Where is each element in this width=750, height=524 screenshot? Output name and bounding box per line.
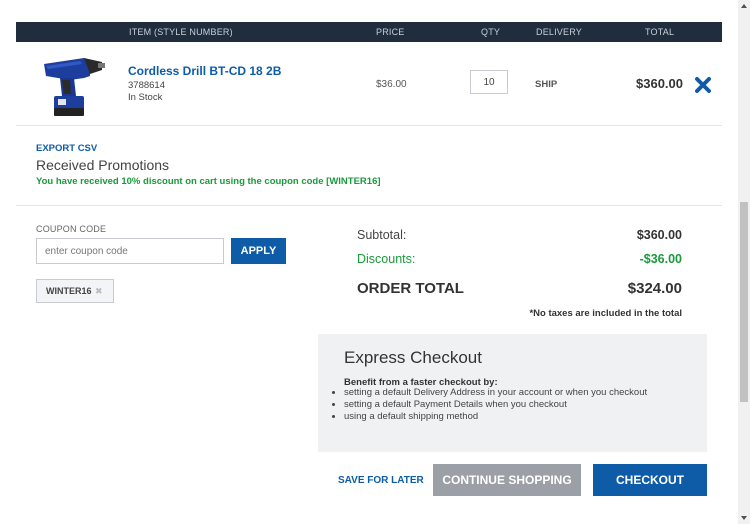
list-item: using a default shipping method <box>344 411 647 423</box>
subtotal-value: $360.00 <box>636 228 682 242</box>
coupon-code-label: COUPON CODE <box>36 224 107 234</box>
quantity-input[interactable]: 10 <box>470 70 508 94</box>
vertical-scrollbar[interactable] <box>738 0 750 524</box>
subtotal-label: Subtotal: <box>357 228 407 242</box>
list-item: setting a default Delivery Address in yo… <box>344 387 647 399</box>
header-total: TOTAL <box>645 27 675 37</box>
header-item: ITEM (STYLE NUMBER) <box>129 27 233 37</box>
line-total: $360.00 <box>636 76 683 91</box>
order-total-value: $324.00 <box>627 280 682 297</box>
order-total-label: ORDER TOTAL <box>357 280 464 297</box>
product-sku: 3788614 <box>128 80 165 91</box>
save-for-later-link[interactable]: SAVE FOR LATER <box>338 475 424 486</box>
tax-note: *No taxes are included in the total <box>529 308 682 319</box>
checkout-button[interactable]: CHECKOUT <box>593 464 707 496</box>
export-csv-link[interactable]: EXPORT CSV <box>36 143 97 154</box>
cart-table-header: ITEM (STYLE NUMBER) PRICE QTY DELIVERY T… <box>16 22 722 42</box>
applied-coupon-chip: WINTER16 ✖ <box>36 279 114 303</box>
coupon-code-input[interactable] <box>36 238 224 264</box>
scroll-down-arrow-icon[interactable] <box>738 512 750 524</box>
cart-page: ITEM (STYLE NUMBER) PRICE QTY DELIVERY T… <box>0 0 738 524</box>
promotions-heading: Received Promotions <box>36 157 170 173</box>
list-item: setting a default Payment Details when y… <box>344 399 647 411</box>
stock-status: In Stock <box>128 92 163 103</box>
discounts-value: -$36.00 <box>639 252 682 266</box>
discounts-label: Discounts: <box>357 252 416 266</box>
header-price: PRICE <box>376 27 405 37</box>
scrollbar-thumb[interactable] <box>740 202 748 402</box>
cordless-drill-image[interactable] <box>40 50 106 120</box>
remove-coupon-icon[interactable]: ✖ <box>95 286 103 297</box>
close-icon[interactable] <box>694 76 712 94</box>
apply-coupon-button[interactable]: APPLY <box>231 238 286 264</box>
divider <box>16 125 722 126</box>
product-name-link[interactable]: Cordless Drill BT-CD 18 2B <box>128 64 281 78</box>
header-qty: QTY <box>481 27 501 37</box>
express-checkout-title: Express Checkout <box>344 348 482 367</box>
scroll-up-arrow-icon[interactable] <box>738 0 750 12</box>
header-delivery: DELIVERY <box>536 27 582 37</box>
unit-price: $36.00 <box>376 79 407 90</box>
express-checkout-panel: Express Checkout Benefit from a faster c… <box>318 334 707 452</box>
delivery-method: SHIP <box>535 79 558 90</box>
continue-shopping-button[interactable]: CONTINUE SHOPPING <box>433 464 581 496</box>
promotion-message: You have received 10% discount on cart u… <box>36 176 381 187</box>
applied-coupon-code: WINTER16 <box>46 286 92 296</box>
divider <box>16 205 722 206</box>
express-checkout-list: setting a default Delivery Address in yo… <box>330 387 647 423</box>
